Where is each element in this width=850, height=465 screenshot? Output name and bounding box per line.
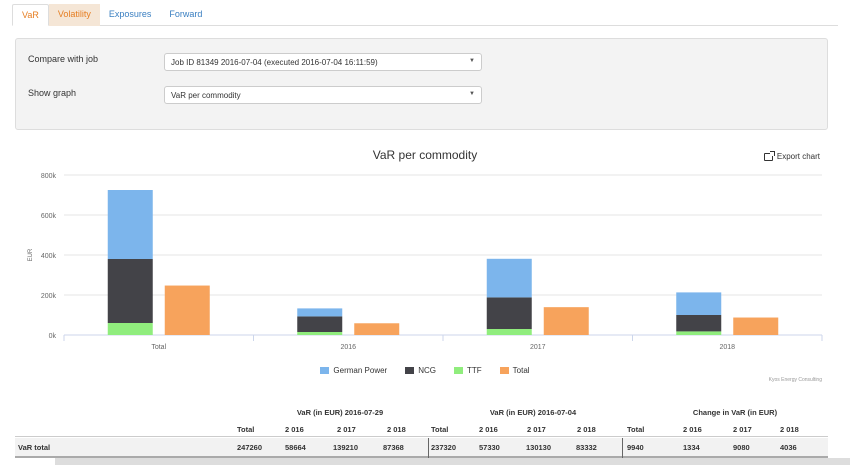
row-label: VaR total <box>18 443 51 452</box>
column-header: Total <box>627 425 645 434</box>
y-tick-label: 400k <box>41 253 57 260</box>
bar-german-power <box>676 292 722 315</box>
legend-swatch <box>405 367 415 374</box>
export-chart-button[interactable]: Export chart <box>763 150 820 161</box>
compare-job-select[interactable]: Job ID 81349 2016-07-04 (executed 2016-0… <box>164 53 482 71</box>
table-cell: 9940 <box>627 443 644 452</box>
y-tick-label: 800k <box>41 173 57 180</box>
x-tick-label: 2018 <box>719 344 735 351</box>
bar-ttf <box>297 332 343 335</box>
table-cell: 139210 <box>333 443 359 452</box>
x-tick-label: 2017 <box>530 344 546 351</box>
bar-ttf <box>486 329 532 335</box>
column-header: 2 017 <box>337 425 356 434</box>
legend-label: TTF <box>467 366 482 375</box>
y-tick-label: 600k <box>41 213 57 220</box>
legend-swatch <box>454 367 463 374</box>
table-group-header: VaR (in EUR) 2016-07-04 <box>489 408 577 417</box>
table-group-header: VaR (in EUR) 2016-07-29 <box>296 408 384 417</box>
y-axis-label: EUR <box>28 248 34 261</box>
bar-ttf <box>676 331 722 335</box>
bar-ncg <box>107 259 153 323</box>
bar-german-power <box>107 190 153 259</box>
bar-german-power <box>486 258 532 298</box>
column-header: 2 018 <box>577 425 596 434</box>
table-cell: 58664 <box>285 443 306 452</box>
bar-ttf <box>107 323 153 335</box>
table-group-header: Change in VaR (in EUR) <box>692 408 778 417</box>
legend-label: German Power <box>333 366 388 375</box>
header-divider <box>15 436 828 437</box>
column-header: 2 016 <box>285 425 304 434</box>
column-header: 2 017 <box>733 425 752 434</box>
x-tick-label: Total <box>151 344 166 351</box>
horizontal-scrollbar[interactable] <box>55 458 850 465</box>
chart-credit: Kyos Energy Consulting <box>768 377 822 383</box>
table-row <box>15 438 828 458</box>
tab-bar: VaR Volatility Exposures Forward <box>12 4 838 26</box>
column-header: Total <box>431 425 449 434</box>
legend-label: NCG <box>418 366 436 375</box>
table-cell: 57330 <box>479 443 500 452</box>
tab-var[interactable]: VaR <box>12 4 49 26</box>
chart-plot: 0k 200k 400k 600k 800k EUR Total 2016 2017 2018 <box>28 173 823 351</box>
legend-item-german-power[interactable]: German Power <box>320 366 387 375</box>
chevron-down-icon: ▼ <box>469 58 475 64</box>
export-chart-label: Export chart <box>776 152 820 161</box>
tab-exposures[interactable]: Exposures <box>100 4 161 26</box>
bar-german-power <box>297 308 343 317</box>
bar-total <box>733 317 779 335</box>
legend-swatch <box>320 367 330 374</box>
chart-title: VaR per commodity <box>372 148 478 162</box>
x-tick-label: 2016 <box>340 344 356 351</box>
table-cell: 1334 <box>683 443 700 452</box>
bar-ncg <box>297 316 343 332</box>
column-header: 2 016 <box>683 425 702 434</box>
column-header: 2 018 <box>780 425 799 434</box>
legend-item-total[interactable]: Total <box>499 366 530 375</box>
show-graph-select[interactable]: VaR per commodity ▼ <box>164 86 482 104</box>
column-header: 2 018 <box>387 425 406 434</box>
chevron-down-icon: ▼ <box>469 91 475 97</box>
table-cell: 83332 <box>576 443 597 452</box>
column-header: 2 016 <box>479 425 498 434</box>
table-cell: 247260 <box>237 443 263 452</box>
compare-job-value: Job ID 81349 2016-07-04 (executed 2016-0… <box>171 58 378 67</box>
bar-total <box>543 307 589 335</box>
options-panel: Compare with job Job ID 81349 2016-07-04… <box>15 38 828 130</box>
tab-forward[interactable]: Forward <box>160 4 211 26</box>
table-cell: 130130 <box>526 443 552 452</box>
bar-ncg <box>486 297 532 329</box>
table-cell: 4036 <box>780 443 797 452</box>
table-cell: 9080 <box>733 443 750 452</box>
column-header: Total <box>237 425 255 434</box>
column-header: 2 017 <box>527 425 546 434</box>
bar-total <box>164 285 210 335</box>
graph-label: Show graph <box>28 88 77 98</box>
table-cell: 87368 <box>383 443 404 452</box>
tab-volatility[interactable]: Volatility <box>48 4 100 26</box>
bar-total <box>354 323 400 335</box>
legend-item-ttf[interactable]: TTF <box>454 366 482 375</box>
table-cell: 237320 <box>431 443 457 452</box>
export-icon <box>763 150 775 161</box>
chart-legend: German Power NCG TTF Total <box>0 366 850 375</box>
show-graph-value: VaR per commodity <box>171 91 241 100</box>
bar-ncg <box>676 315 722 332</box>
y-tick-label: 0k <box>49 333 57 340</box>
legend-label: Total <box>512 366 530 375</box>
legend-swatch <box>499 367 509 374</box>
y-tick-label: 200k <box>41 293 57 300</box>
legend-item-ncg[interactable]: NCG <box>405 366 436 375</box>
compare-label: Compare with job <box>28 54 99 64</box>
